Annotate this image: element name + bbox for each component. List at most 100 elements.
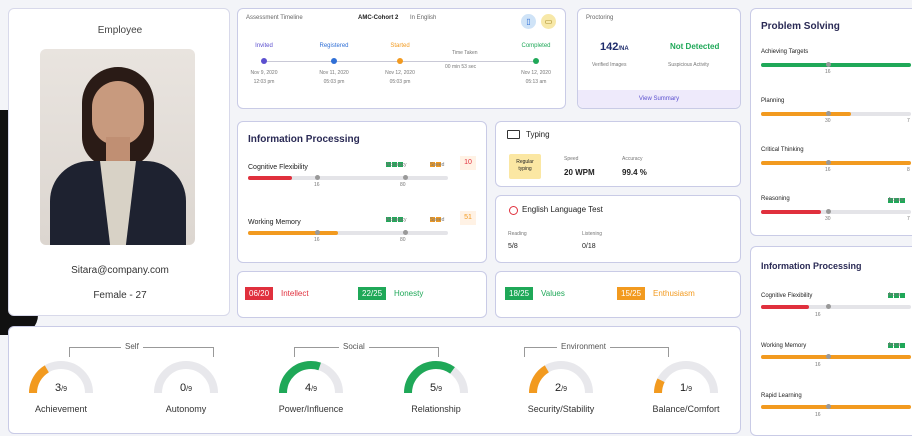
motivator-value: 0/9: [180, 382, 192, 394]
ip-row-tick-1: 16: [314, 237, 320, 243]
marker-dot: [403, 175, 408, 180]
ipr-row-label: Rapid Learning: [761, 393, 802, 399]
ip-row-label: Working Memory: [248, 219, 301, 226]
chat-icon[interactable]: ▭: [541, 14, 556, 29]
ps-row-label: Critical Thinking: [761, 147, 804, 153]
ip-row-tick-2: 80: [400, 237, 406, 243]
ps-row-label: Reasoning: [761, 196, 790, 202]
timeline-step-dot: [533, 58, 539, 64]
typing-card: Typing Regular typing Speed 20 WPM Accur…: [495, 121, 741, 187]
timeline-step-dot: [261, 58, 267, 64]
time-taken-value: 00 min 53 sec: [445, 64, 477, 70]
verified-images-label: Verified Images: [592, 62, 627, 68]
motivator-value: 5/9: [430, 382, 442, 394]
reading-label: Reading: [508, 231, 527, 237]
ps-row-bar-fill: [761, 210, 821, 214]
listening-value: 0/18: [582, 243, 596, 250]
motivator-label: Relationship: [411, 404, 461, 414]
info-processing-title: Information Processing: [248, 134, 360, 145]
ps-row-tick-2: 8: [907, 167, 910, 173]
employee-email[interactable]: Sitara@company.com: [9, 265, 231, 276]
ip-row-score: 51: [460, 211, 476, 225]
employee-card: Employee Sitara@company.com Female - 27: [8, 8, 230, 316]
ipr-row-bar-fill: [761, 405, 911, 409]
ip-row-tick-2: 80: [400, 182, 406, 188]
timeline-step-time: 05:03 pm: [389, 79, 411, 85]
speed-label: Speed: [430, 217, 445, 223]
timeline-cohort: AMC-Cohort 2: [358, 15, 399, 21]
trait-value-badge: 22/25: [358, 287, 387, 300]
motivator-label: Security/Stability: [527, 404, 595, 414]
ip-row-label: Cognitive Flexibility: [248, 164, 308, 171]
reading-value: 5/8: [508, 243, 518, 250]
ps-row-bar: [761, 111, 911, 116]
marker-dot: [403, 230, 408, 235]
accuracy-label: Accur: [888, 292, 901, 298]
timeline-step-time: 12:03 pm: [253, 79, 275, 85]
view-summary-button[interactable]: View Summary: [578, 90, 740, 108]
ps-row-bar: [761, 160, 911, 165]
motivator-label: Balance/Comfort: [652, 404, 720, 414]
motivator-label: Autonomy: [165, 404, 207, 414]
listening-label: Listening: [582, 231, 603, 237]
marker-dot: [826, 404, 831, 409]
accuracy-label: Accura: [888, 197, 904, 203]
ip-row-bar-fill: [248, 231, 338, 235]
employee-heading: Employee: [97, 25, 143, 36]
marker-dot: [826, 111, 831, 116]
motivator-value: 3/9: [55, 382, 67, 394]
motivators-card: Self Social Environment 3/9 Achievement …: [8, 326, 741, 434]
marker-dot: [315, 175, 320, 180]
motivator-label: Achievement: [34, 404, 88, 414]
marker-dot: [826, 209, 831, 214]
ip-row-score: 10: [460, 156, 476, 170]
trait-value-badge: 06/20: [245, 287, 274, 300]
typing-accuracy-label: Accuracy: [622, 156, 643, 162]
timeline-step-label: Invited: [255, 43, 273, 49]
ps-row-bar-fill: [761, 63, 911, 67]
timeline-step-date: Nov 12, 2020: [521, 70, 551, 76]
marker-dot: [315, 230, 320, 235]
timeline-step-label: Completed: [521, 43, 551, 49]
employee-photo: [40, 49, 195, 245]
ps-row-tick-1: 16: [825, 69, 831, 75]
trait-label: Intellect: [281, 289, 309, 298]
device-icon[interactable]: ▯: [521, 14, 536, 29]
info-processing-right-card: Information Processing Cognitive Flexibi…: [750, 246, 912, 436]
ipr-row-bar: [761, 404, 911, 409]
motivator-value: 4/9: [305, 382, 317, 394]
motivator-label: Power/Influence: [278, 404, 344, 414]
ipr-row-bar: [761, 354, 911, 359]
english-test-card: English Language Test Reading 5/8 Listen…: [495, 195, 741, 263]
ps-row-bar-fill: [761, 161, 911, 165]
ipr-row-bar: [761, 304, 911, 309]
ps-row-tick-1: 16: [825, 167, 831, 173]
problem-solving-card: Problem Solving Achieving Targets 16 Pla…: [750, 8, 912, 236]
ipr-row-label: Cognitive Flexibility: [761, 293, 813, 299]
typing-badge: Regular typing: [509, 154, 541, 179]
group-social-label: Social: [339, 342, 369, 351]
ps-row-tick-1: 30: [825, 216, 831, 222]
timeline-step-time: 05:13 am: [525, 79, 547, 85]
speed-label: Speed: [430, 162, 445, 168]
suspicious-activity-value: Not Detected: [670, 42, 720, 51]
ipr-row-tick-1: 16: [815, 312, 821, 318]
info-processing-right-title: Information Processing: [761, 261, 862, 271]
ps-row-bar: [761, 62, 911, 67]
accuracy-label: Accuracy: [386, 162, 407, 168]
assessment-timeline-card: Assessment Timeline AMC-Cohort 2 In Engl…: [237, 8, 566, 109]
info-processing-card: Information Processing Cognitive Flexibi…: [237, 121, 487, 263]
accuracy-label: Accuracy: [386, 217, 407, 223]
speech-bubble-icon: [509, 206, 518, 215]
ip-row-tick-1: 16: [314, 182, 320, 188]
ps-row-bar-fill: [761, 112, 851, 116]
keyboard-icon: [507, 130, 520, 139]
marker-dot: [826, 62, 831, 67]
marker-dot: [826, 304, 831, 309]
timeline-step-date: Nov 11, 2020: [319, 70, 349, 76]
ps-row-tick-2: 7: [907, 118, 910, 124]
english-test-title: English Language Test: [522, 205, 603, 214]
time-taken-label: Time Taken: [452, 50, 478, 56]
marker-dot: [826, 354, 831, 359]
typing-speed-label: Speed: [564, 156, 579, 162]
